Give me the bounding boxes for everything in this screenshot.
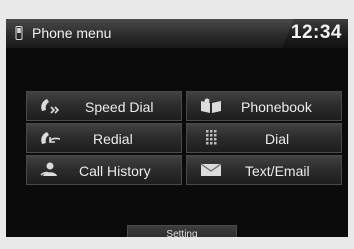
dial-button[interactable]: Dial <box>186 123 342 153</box>
clock: 12:34 <box>290 22 342 43</box>
phonebook-icon <box>201 98 221 113</box>
phone-icon <box>15 26 23 40</box>
call-history-icon <box>40 162 57 176</box>
text-email-label: Text/Email <box>245 163 310 179</box>
phonebook-label: Phonebook <box>241 99 312 115</box>
speed-dial-button[interactable]: Speed Dial <box>26 91 182 121</box>
speed-dial-icon <box>41 99 60 114</box>
redial-button[interactable]: Redial <box>26 123 182 153</box>
page-title: Phone menu <box>32 25 112 41</box>
envelope-icon <box>200 163 222 176</box>
call-history-label: Call History <box>79 163 151 179</box>
keypad-icon <box>206 130 217 145</box>
redial-label: Redial <box>93 131 133 147</box>
dial-label: Dial <box>265 131 290 147</box>
call-history-button[interactable]: Call History <box>26 155 182 185</box>
text-email-button[interactable]: Text/Email <box>186 155 342 185</box>
setting-button[interactable]: Setting <box>127 225 237 237</box>
phone-menu-screen: Phone menu 12:34 Speed Dial Phonebook Re… <box>6 19 348 237</box>
phonebook-button[interactable]: Phonebook <box>186 91 342 121</box>
redial-icon <box>41 132 61 144</box>
speed-dial-label: Speed Dial <box>85 99 154 115</box>
header-bar: Phone menu 12:34 <box>6 19 348 48</box>
